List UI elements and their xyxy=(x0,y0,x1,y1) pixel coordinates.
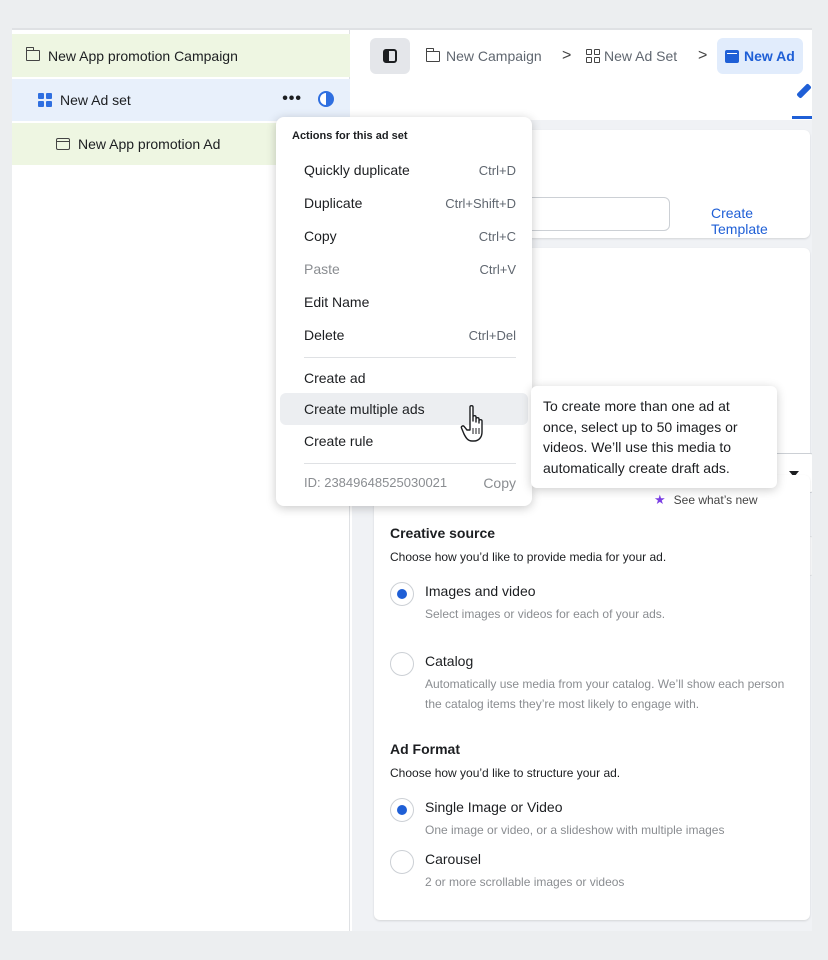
create-multiple-ads-tooltip: To create more than one ad at once, sele… xyxy=(531,386,777,488)
see-whats-new-label: See what’s new xyxy=(673,493,758,507)
ad-format-subtitle: Choose how you’d like to structure your … xyxy=(390,766,621,780)
hand-cursor-icon xyxy=(460,405,483,442)
breadcrumb-adset-label: New Ad Set xyxy=(604,48,678,64)
folder-icon xyxy=(425,47,440,62)
menu-item-shortcut: Ctrl+C xyxy=(478,228,516,244)
catalog-radio[interactable] xyxy=(390,652,414,676)
carousel-label[interactable]: Carousel xyxy=(425,851,481,867)
folder-icon xyxy=(25,47,40,61)
ad-set-icon xyxy=(586,49,600,63)
menu-item-label: Edit Name xyxy=(304,294,370,310)
breadcrumb-bar: New Campaign > New Ad Set > New Ad xyxy=(352,30,812,120)
catalog-desc: Automatically use media from your catalo… xyxy=(425,677,785,711)
panel-toggle-button[interactable] xyxy=(370,38,410,74)
ad-format-title: Ad Format xyxy=(390,741,460,757)
menu-item-label: Create rule xyxy=(304,433,374,449)
copy-id-button[interactable]: Copy xyxy=(483,475,516,491)
images-video-desc: Select images or videos for each of your… xyxy=(425,607,666,621)
menu-divider xyxy=(304,463,516,464)
ad-icon xyxy=(725,49,739,63)
creative-source-title: Creative source xyxy=(390,525,496,541)
menu-item-edit-name[interactable]: Edit Name xyxy=(280,286,528,318)
see-whats-new-link[interactable]: ★ See what’s new xyxy=(654,492,758,508)
adset-actions-menu: Actions for this ad set Quickly duplicat… xyxy=(276,117,532,506)
tree-item-adset[interactable]: New Ad set ••• xyxy=(12,79,350,121)
tree-item-ad-label: New App promotion Ad xyxy=(78,136,221,152)
breadcrumb-campaign[interactable]: New Campaign xyxy=(425,38,542,74)
breadcrumb-ad-label: New Ad xyxy=(744,48,795,64)
breadcrumb-adset[interactable]: New Ad Set xyxy=(586,38,677,74)
chevron-right-icon: > xyxy=(698,47,708,64)
menu-item-duplicate[interactable]: Duplicate Ctrl+Shift+D xyxy=(280,187,528,219)
menu-item-shortcut: Ctrl+D xyxy=(478,162,516,178)
create-template-link[interactable]: Create Template xyxy=(711,205,810,237)
chevron-right-icon: > xyxy=(562,47,572,64)
menu-item-label: Duplicate xyxy=(304,195,363,211)
menu-item-copy[interactable]: Copy Ctrl+C xyxy=(280,220,528,252)
ad-setup-card: ★ See what’s new Creative source Choose … xyxy=(374,475,810,920)
menu-item-label: Paste xyxy=(304,261,340,277)
menu-item-shortcut: Ctrl+Shift+D xyxy=(445,195,516,211)
creative-source-subtitle: Choose how you’d like to provide media f… xyxy=(390,550,667,564)
star-icon: ★ xyxy=(654,492,666,507)
menu-item-create-ad[interactable]: Create ad xyxy=(280,362,528,394)
images-video-radio[interactable] xyxy=(390,582,414,606)
menu-item-label: Quickly duplicate xyxy=(304,162,410,178)
menu-divider xyxy=(304,357,516,358)
menu-item-shortcut: Ctrl+Del xyxy=(468,327,516,343)
single-image-desc: One image or video, or a slideshow with … xyxy=(425,823,725,837)
edit-pencil-icon[interactable] xyxy=(796,83,812,99)
status-toggle-icon[interactable] xyxy=(318,91,334,107)
catalog-label[interactable]: Catalog xyxy=(425,653,473,669)
breadcrumb-ad[interactable]: New Ad xyxy=(717,38,803,74)
menu-title: Actions for this ad set xyxy=(292,130,408,142)
sidebar-toggle-icon xyxy=(383,49,397,63)
menu-item-paste[interactable]: Paste Ctrl+V xyxy=(280,253,528,285)
menu-item-quickly-duplicate[interactable]: Quickly duplicate Ctrl+D xyxy=(280,154,528,186)
images-video-label[interactable]: Images and video xyxy=(425,583,536,599)
menu-item-label: Create multiple ads xyxy=(304,401,425,417)
tree-item-campaign[interactable]: New App promotion Campaign xyxy=(12,34,350,77)
adset-id-text: ID: 23849648525030021 xyxy=(304,475,448,490)
ad-icon xyxy=(56,138,70,150)
carousel-desc: 2 or more scrollable images or videos xyxy=(425,875,625,889)
breadcrumb-campaign-label: New Campaign xyxy=(446,48,542,64)
ad-set-icon xyxy=(38,93,52,107)
menu-item-label: Delete xyxy=(304,327,345,343)
single-image-radio[interactable] xyxy=(390,798,414,822)
tree-item-adset-label: New Ad set xyxy=(60,92,131,108)
edit-tab-indicator xyxy=(792,116,812,119)
menu-item-label: Copy xyxy=(304,228,337,244)
more-options-icon[interactable]: ••• xyxy=(282,91,302,107)
carousel-radio[interactable] xyxy=(390,850,414,874)
menu-item-label: Create ad xyxy=(304,370,366,386)
single-image-label[interactable]: Single Image or Video xyxy=(425,799,563,815)
menu-item-shortcut: Ctrl+V xyxy=(479,261,516,277)
menu-item-delete[interactable]: Delete Ctrl+Del xyxy=(280,319,528,351)
tree-item-campaign-label: New App promotion Campaign xyxy=(48,47,238,64)
